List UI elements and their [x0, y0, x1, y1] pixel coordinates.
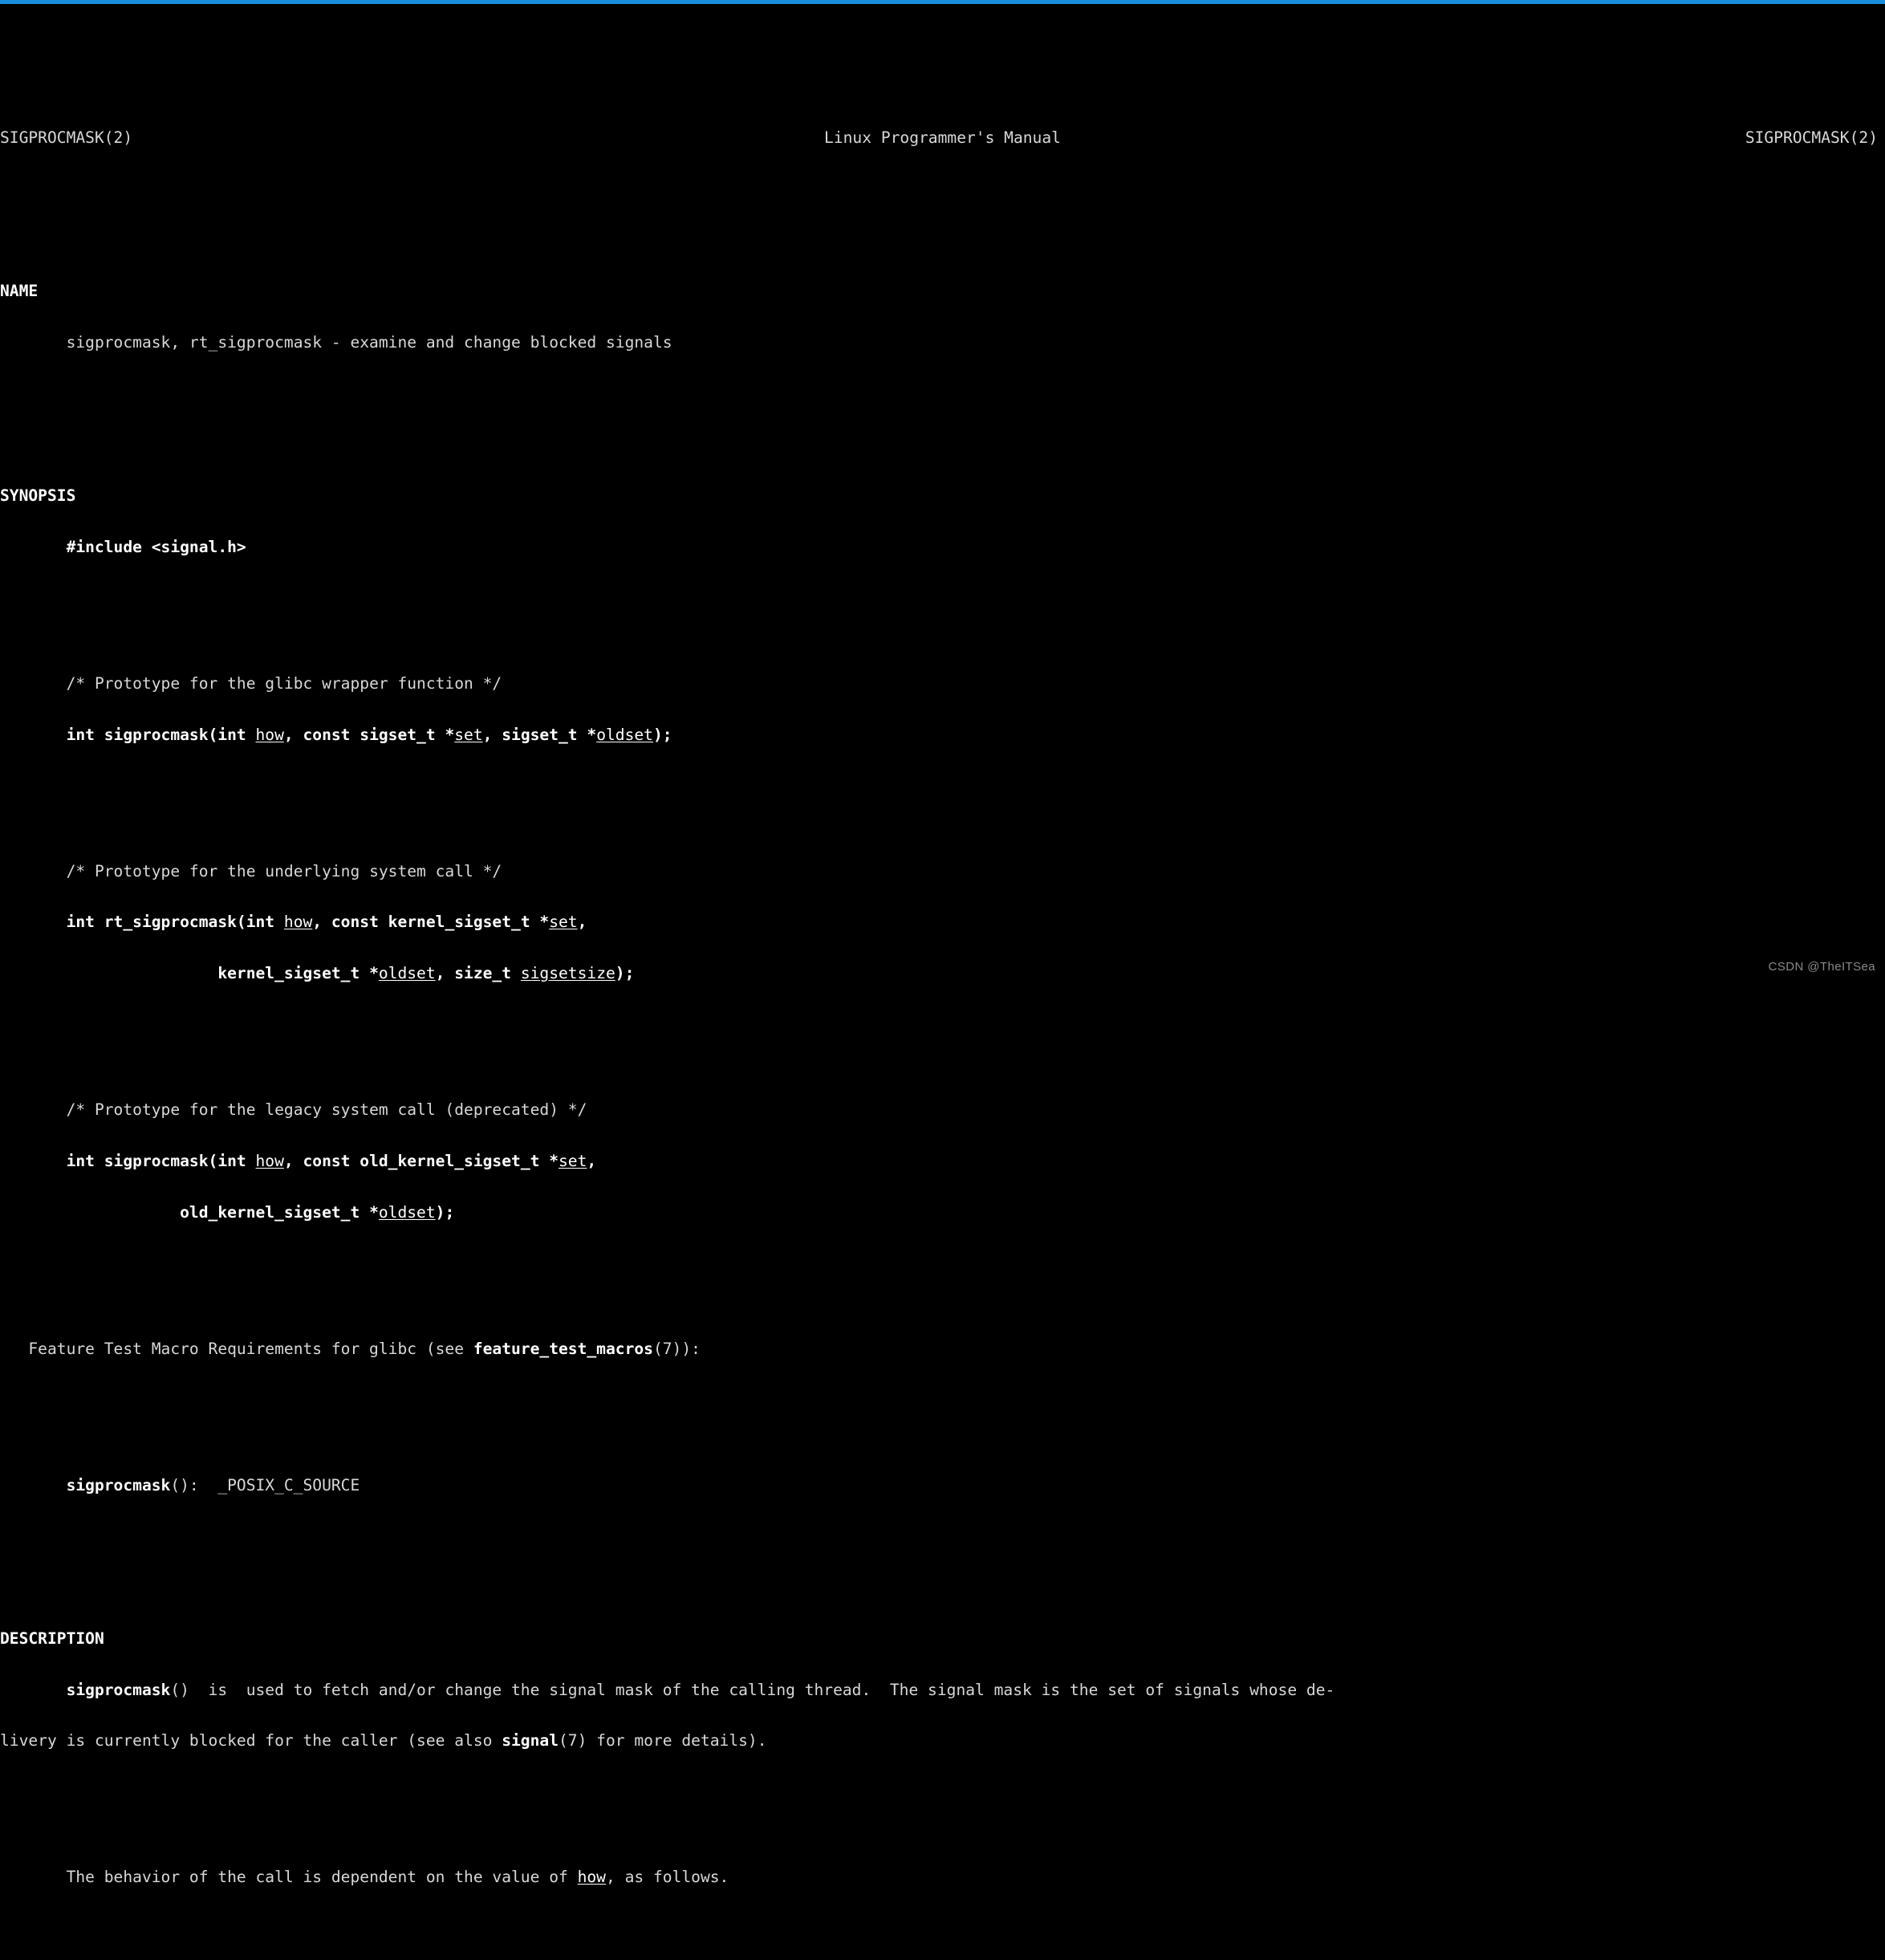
synopsis-comment-1: /* Prototype for the glibc wrapper funct… — [0, 675, 1885, 692]
feature-test-macro-heading: Feature Test Macro Requirements for glib… — [0, 1340, 1885, 1357]
blank-line — [0, 1409, 1885, 1425]
section-heading-name: NAME — [0, 283, 1885, 299]
desc-link-signal: signal — [502, 1731, 559, 1750]
desc-p1-l2-a: livery is currently blocked for the call… — [0, 1731, 502, 1750]
csdn-watermark: CSDN @TheITSea — [1769, 960, 1875, 974]
proto3-l2-tail: ); — [436, 1203, 455, 1222]
feature-test-macro-requirement: sigprocmask(): _POSIX_C_SOURCE — [0, 1477, 1885, 1494]
synopsis-prototype-1: int sigprocmask(int how, const sigset_t … — [0, 726, 1885, 743]
section-heading-synopsis: SYNOPSIS — [0, 487, 1885, 504]
synopsis-include-line: #include <signal.h> — [0, 539, 1885, 555]
blank-line — [0, 1545, 1885, 1562]
name-body: sigprocmask, rt_sigprocmask - examine an… — [0, 334, 1885, 351]
blank-line — [0, 402, 1885, 419]
proto3-l2-head: old_kernel_sigset_t * — [180, 1203, 379, 1222]
man-page-terminal[interactable]: SIGPROCMASK(2) Linux Programmer's Manual… — [0, 4, 1885, 980]
proto1-param-set: set — [454, 726, 482, 744]
proto1-mid2: , sigset_t * — [483, 726, 597, 744]
ftm-req-value: (): _POSIX_C_SOURCE — [170, 1476, 360, 1494]
ftm-prefix: Feature Test Macro Requirements for glib… — [0, 1340, 473, 1358]
proto2-mid1: , const kernel_sigset_t * — [312, 913, 549, 931]
synopsis-prototype-3-cont: old_kernel_sigset_t *oldset); — [0, 1204, 1885, 1221]
section-heading-name-label: NAME — [0, 282, 38, 300]
proto2-head: int rt_sigprocmask(int — [67, 913, 284, 931]
description-paragraph-1-cont: livery is currently blocked for the call… — [0, 1732, 1885, 1749]
blank-line — [0, 1033, 1885, 1050]
desc-p2-b: , as follows. — [606, 1868, 729, 1886]
ftm-suffix: (7)): — [653, 1340, 701, 1358]
blank-line — [0, 1800, 1885, 1817]
proto3-mid1: , const old_kernel_sigset_t * — [284, 1152, 559, 1170]
proto3-tail: , — [587, 1152, 596, 1170]
synopsis-prototype-3: int sigprocmask(int how, const old_kerne… — [0, 1153, 1885, 1169]
blank-line — [0, 1272, 1885, 1289]
proto2-param-how: how — [284, 913, 312, 931]
proto2-tail: , — [578, 913, 587, 931]
blank-line — [0, 795, 1885, 811]
blank-line — [0, 607, 1885, 624]
desc-p2-param-how: how — [578, 1868, 606, 1886]
blank-line — [0, 197, 1885, 214]
proto2-param-set: set — [549, 913, 577, 931]
ftm-req-func: sigprocmask — [67, 1476, 171, 1494]
synopsis-comment-3: /* Prototype for the legacy system call … — [0, 1101, 1885, 1118]
section-heading-description: DESCRIPTION — [0, 1630, 1885, 1647]
desc-p2-a: The behavior of the call is dependent on… — [67, 1868, 578, 1886]
comment-glibc-wrapper: /* Prototype for the glibc wrapper funct… — [67, 674, 502, 693]
comment-legacy-syscall: /* Prototype for the legacy system call … — [67, 1100, 587, 1119]
ftm-link-feature-test-macros: feature_test_macros — [473, 1340, 653, 1358]
section-heading-synopsis-label: SYNOPSIS — [0, 486, 75, 505]
section-heading-description-label: DESCRIPTION — [0, 1629, 104, 1648]
desc-p1-l2-b: (7) for more details). — [559, 1731, 767, 1750]
proto3-param-how: how — [256, 1152, 284, 1170]
include-directive: #include <signal.h> — [67, 538, 246, 556]
header-right-title: SIGPROCMASK(2) — [1745, 129, 1878, 146]
synopsis-prototype-2-cont: kernel_sigset_t *oldset, size_t sigsetsi… — [0, 965, 1885, 982]
indent — [0, 538, 67, 556]
blank-line — [0, 1937, 1885, 1954]
description-paragraph-2: The behavior of the call is dependent on… — [0, 1869, 1885, 1885]
proto1-head: int sigprocmask(int — [67, 726, 256, 744]
proto3-param-set: set — [559, 1152, 587, 1170]
header-left-title: SIGPROCMASK(2) — [0, 129, 132, 146]
description-paragraph-1: sigprocmask() is used to fetch and/or ch… — [0, 1681, 1885, 1698]
proto1-tail: ); — [653, 726, 672, 744]
proto1-param-oldset: oldset — [596, 726, 653, 744]
header-center-title: Linux Programmer's Manual — [824, 129, 1061, 146]
synopsis-comment-2: /* Prototype for the underlying system c… — [0, 863, 1885, 880]
proto3-param-oldset: oldset — [379, 1203, 436, 1222]
proto3-head: int sigprocmask(int — [67, 1152, 256, 1170]
desc-p1-text: () is used to fetch and/or change the si… — [170, 1681, 1335, 1699]
desc-func-sigprocmask: sigprocmask — [67, 1681, 171, 1699]
comment-underlying-syscall: /* Prototype for the underlying system c… — [67, 862, 502, 880]
man-page-header: SIGPROCMASK(2) Linux Programmer's Manual… — [0, 129, 1885, 146]
proto1-param-how: how — [256, 726, 284, 744]
proto1-mid1: , const sigset_t * — [284, 726, 454, 744]
synopsis-prototype-2: int rt_sigprocmask(int how, const kernel… — [0, 913, 1885, 930]
